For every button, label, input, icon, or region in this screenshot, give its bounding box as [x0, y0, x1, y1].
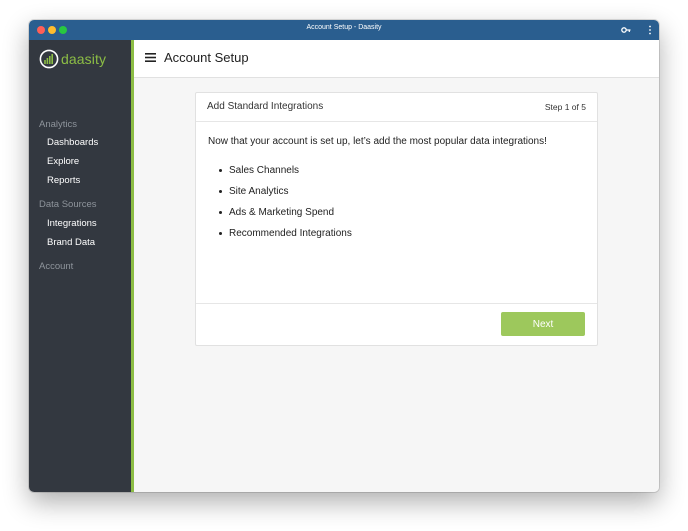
- card-header: Add Standard Integrations Step 1 of 5: [196, 93, 597, 122]
- logo-text: daasity: [61, 51, 107, 67]
- step-indicator: Step 1 of 5: [544, 102, 586, 112]
- list-item: Ads & Marketing Spend: [219, 207, 352, 228]
- nav-group-data-sources: Data Sources: [39, 199, 97, 210]
- list-item: Site Analytics: [219, 186, 352, 207]
- app-window: Account Setup - Daasity daasity Analytic…: [29, 20, 659, 492]
- list-item-label: Sales Channels: [229, 165, 300, 176]
- list-item: Recommended Integrations: [219, 228, 352, 249]
- bullet-icon: [219, 169, 222, 172]
- sidebar-item-brand-data[interactable]: Brand Data: [47, 237, 95, 248]
- intro-text: Now that your account is set up, let’s a…: [208, 136, 547, 147]
- list-item-label: Recommended Integrations: [229, 228, 352, 239]
- sidebar: daasity Analytics Dashboards Explore Rep…: [29, 40, 131, 492]
- next-button[interactable]: Next: [501, 312, 585, 336]
- sidebar-item-reports[interactable]: Reports: [47, 175, 80, 186]
- list-item-label: Site Analytics: [229, 186, 289, 197]
- page-title: Account Setup: [164, 50, 249, 65]
- page-header: Account Setup: [134, 40, 659, 78]
- list-item-label: Ads & Marketing Spend: [229, 207, 335, 218]
- sidebar-item-integrations[interactable]: Integrations: [47, 218, 97, 229]
- main-content: Account Setup Add Standard Integrations …: [134, 40, 659, 492]
- daasity-logo[interactable]: daasity: [39, 49, 106, 69]
- key-icon[interactable]: [621, 25, 631, 35]
- title-bar: Account Setup - Daasity: [29, 20, 659, 40]
- bullet-icon: [219, 211, 222, 214]
- logo-bars-icon: [39, 49, 59, 69]
- sidebar-item-explore[interactable]: Explore: [47, 156, 79, 167]
- nav-group-analytics: Analytics: [39, 119, 78, 130]
- integration-list: Sales Channels Site Analytics Ads & Mark…: [219, 165, 352, 249]
- setup-card: Add Standard Integrations Step 1 of 5 No…: [195, 92, 598, 346]
- card-footer: Next: [196, 303, 597, 345]
- list-item: Sales Channels: [219, 165, 352, 186]
- sidebar-item-account[interactable]: Account: [39, 261, 73, 272]
- sidebar-item-dashboards[interactable]: Dashboards: [47, 137, 98, 148]
- window-title: Account Setup - Daasity: [306, 24, 382, 31]
- bullet-icon: [219, 232, 222, 235]
- card-title: Add Standard Integrations: [207, 101, 324, 112]
- bullet-icon: [219, 190, 222, 193]
- more-options-icon[interactable]: [647, 24, 653, 36]
- hamburger-icon[interactable]: [145, 53, 156, 62]
